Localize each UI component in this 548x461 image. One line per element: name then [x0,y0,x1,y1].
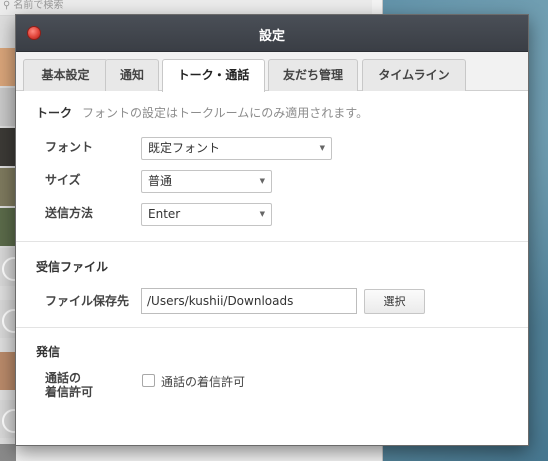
avatar[interactable] [0,400,26,438]
avatar[interactable] [0,300,26,338]
send-method-select[interactable]: Enter ▼ [141,203,272,226]
divider [16,327,528,328]
allow-incoming-calls-label[interactable]: 通話の着信許可 [161,373,245,390]
background-friend-list [0,16,26,461]
tab-bar: 基本設定 通知 トーク・通話 友だち管理 タイムライン [16,52,528,92]
font-label: フォント [45,140,94,154]
divider [16,241,528,242]
avatar[interactable] [0,208,16,246]
send-method-label: 送信方法 [45,206,94,220]
tab-timeline[interactable]: タイムライン [362,59,466,91]
send-method-select-value: Enter [148,207,181,221]
talk-section-note: フォントの設定はトークルームにのみ適用されます。 [82,106,369,120]
avatar[interactable] [0,248,26,286]
avatar[interactable] [0,352,16,390]
font-select[interactable]: 既定フォント ▼ [141,137,332,160]
allow-incoming-calls-checkbox[interactable] [142,374,155,387]
background-search-placeholder: 名前で検索 [13,0,64,11]
save-location-label: ファイル保存先 [45,294,130,308]
avatar[interactable] [0,48,16,86]
settings-window: 設定 基本設定 通知 トーク・通話 友だち管理 タイムライン トーク フォントの… [15,14,529,446]
font-select-value: 既定フォント [148,141,221,155]
call-permission-label-line1: 通話の [45,371,82,385]
tab-talk-call[interactable]: トーク・通話 [162,59,265,92]
avatar[interactable] [0,168,16,206]
call-permission-label-line2: 着信許可 [45,385,94,399]
outgoing-section-title: 発信 [36,345,61,359]
settings-content: トーク フォントの設定はトークルームにのみ適用されます。 フォント 既定フォント… [16,91,528,445]
dropdown-arrow-icon: ▼ [319,144,325,152]
dropdown-arrow-icon: ▼ [259,210,265,218]
dropdown-arrow-icon: ▼ [259,177,265,185]
tab-basic-settings[interactable]: 基本設定 [23,59,108,91]
size-label: サイズ [45,173,81,187]
talk-section-title: トーク [36,106,73,120]
avatar[interactable] [0,444,16,461]
size-select[interactable]: 普通 ▼ [141,170,272,193]
avatar[interactable] [0,128,16,166]
save-location-input[interactable]: /Users/kushii/Downloads [141,288,357,314]
search-icon: ⚲ [3,0,11,11]
received-files-section-title: 受信ファイル [36,260,109,274]
window-title: 設定 [258,29,285,44]
avatar[interactable] [0,88,16,126]
tab-notifications[interactable]: 通知 [105,59,159,91]
title-bar[interactable]: 設定 [16,15,528,52]
size-select-value: 普通 [148,174,173,188]
tab-friend-management[interactable]: 友だち管理 [268,59,358,91]
browse-button[interactable]: 選択 [364,289,425,314]
